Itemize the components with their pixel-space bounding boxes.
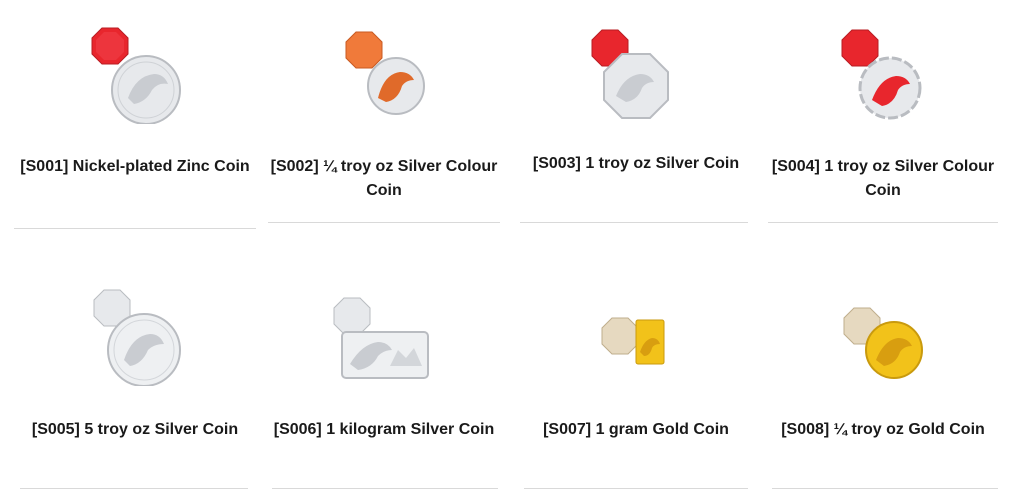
product-title[interactable]: [S007] 1 gram Gold Coin xyxy=(520,418,752,442)
product-title[interactable]: [S005] 5 troy oz Silver Coin xyxy=(14,418,256,442)
product-title[interactable]: [S003] 1 troy oz Silver Coin xyxy=(520,152,752,176)
product-title[interactable]: [S001] Nickel-plated Zinc Coin xyxy=(14,155,256,179)
divider xyxy=(768,222,998,223)
product-image[interactable] xyxy=(596,310,676,374)
product-title[interactable]: [S004] 1 troy oz Silver Colour Coin xyxy=(768,155,998,203)
product-image[interactable] xyxy=(832,26,932,122)
divider xyxy=(520,222,748,223)
product-title[interactable]: [S006] 1 kilogram Silver Coin xyxy=(268,418,500,442)
product-image[interactable] xyxy=(836,302,932,382)
divider xyxy=(272,488,498,489)
divider xyxy=(772,488,998,489)
product-image[interactable] xyxy=(338,28,438,118)
divider xyxy=(20,488,248,489)
product-image[interactable] xyxy=(80,24,190,124)
product-image[interactable] xyxy=(582,26,682,122)
product-title[interactable]: [S002] ¼ troy oz Silver Colour Coin xyxy=(268,155,500,203)
divider xyxy=(14,228,256,229)
product-title[interactable]: [S008] ¼ troy oz Gold Coin xyxy=(768,418,998,442)
divider xyxy=(268,222,500,223)
divider xyxy=(524,488,748,489)
product-image[interactable] xyxy=(328,294,438,384)
product-image[interactable] xyxy=(80,286,190,386)
